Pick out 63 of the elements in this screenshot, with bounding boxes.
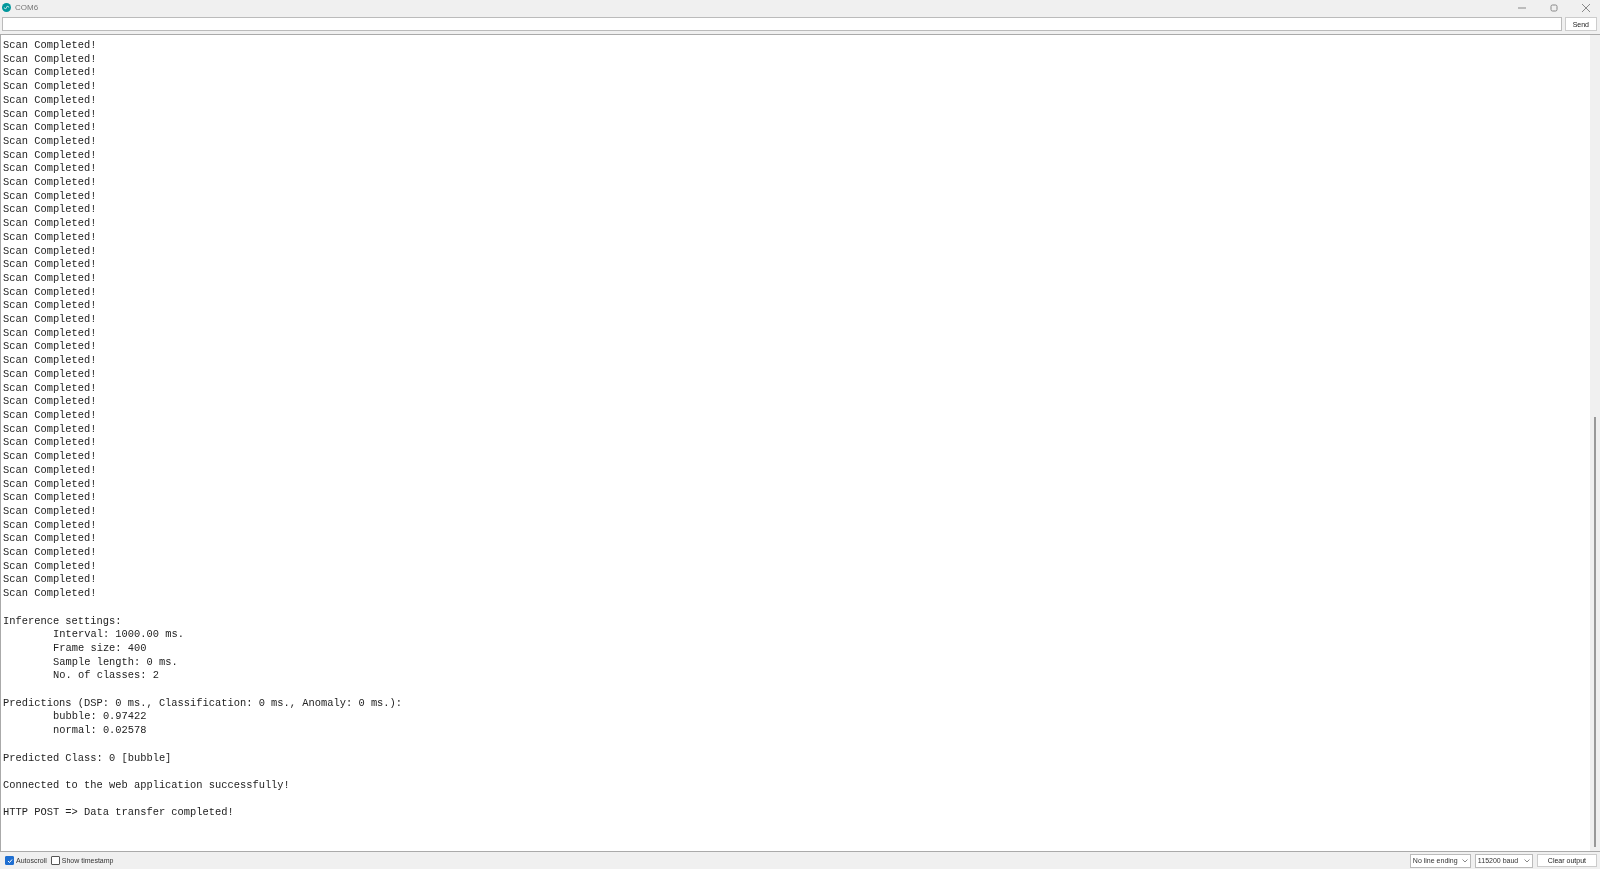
output-line: bubble: 0.97422: [53, 710, 147, 723]
output-line: Scan Completed!: [3, 107, 97, 120]
minimize-icon: [1518, 6, 1526, 9]
close-icon: [1582, 3, 1590, 12]
output-line: Scan Completed!: [3, 381, 97, 394]
output-line: Scan Completed!: [3, 148, 97, 161]
output-line: Scan Completed!: [3, 409, 97, 421]
output-line: Predicted Class: 0 [bubble]: [3, 751, 172, 764]
output-line: Scan Completed!: [3, 189, 97, 202]
window-title: COM6: [15, 3, 40, 12]
output-line: Scan Completed!: [3, 518, 97, 531]
output-line: Scan Completed!: [3, 66, 97, 79]
output-line: Scan Completed!: [3, 573, 97, 586]
chevron-down-icon: [1461, 858, 1468, 863]
output-line: Frame size: 400: [53, 641, 147, 654]
output-line: Scan Completed!: [3, 587, 97, 600]
output-line: Scan Completed!: [3, 134, 97, 147]
output-line: Scan Completed!: [3, 367, 97, 380]
output-line: Scan Completed!: [3, 477, 97, 490]
output-line: Inference settings:: [3, 614, 122, 627]
output-line: Scan Completed!: [3, 559, 97, 572]
output-line: Scan Completed!: [3, 271, 97, 284]
output-line: Scan Completed!: [3, 244, 97, 257]
output-line: Scan Completed!: [3, 422, 97, 435]
output-line: Scan Completed!: [3, 299, 97, 312]
output-line: Scan Completed!: [3, 395, 97, 408]
output-line: Predictions (DSP: 0 ms., Classification: 0 ms., Anomaly: 0 ms.):: [3, 696, 403, 709]
output-line: Scan Completed!: [3, 340, 97, 353]
restore-icon: [1550, 3, 1558, 12]
chevron-down-icon: [1523, 858, 1530, 863]
output-line: Scan Completed!: [3, 326, 97, 339]
output-line: Scan Completed!: [3, 217, 97, 230]
scrollbar-thumb[interactable]: [1594, 417, 1596, 847]
checkbox[interactable]: [50, 856, 60, 865]
output-line: normal: 0.02578: [53, 724, 147, 737]
output-line: Scan Completed!: [3, 463, 97, 476]
output-line: Scan Completed!: [3, 546, 97, 558]
output-line: Scan Completed!: [3, 504, 97, 517]
output-line: Scan Completed!: [3, 258, 97, 271]
output-line: Scan Completed!: [3, 162, 97, 175]
output-line: Connected to the web application successfully!: [3, 778, 290, 791]
output-line: Scan Completed!: [3, 436, 97, 449]
output-line: Scan Completed!: [3, 491, 97, 504]
output-line: Interval: 1000.00 ms.: [53, 628, 184, 641]
app-logo-icon: [2, 3, 11, 12]
output-line: Scan Completed!: [3, 176, 97, 189]
output-line: Scan Completed!: [3, 354, 97, 367]
output-line: Scan Completed!: [3, 313, 97, 326]
output-line: Scan Completed!: [3, 450, 97, 463]
output-line: Scan Completed!: [3, 52, 97, 65]
output-line: Scan Completed!: [3, 285, 97, 298]
output-line: No. of classes: 2: [53, 669, 159, 682]
output-line: Scan Completed!: [3, 39, 97, 51]
output-line: Scan Completed!: [3, 80, 97, 93]
output-line: Scan Completed!: [3, 203, 97, 216]
output-line: Scan Completed!: [3, 121, 97, 134]
message-field[interactable]: [2, 17, 1562, 31]
output-line: Sample length: 0 ms.: [53, 655, 178, 668]
output-line: HTTP POST => Data transfer completed!: [3, 806, 234, 819]
checkbox[interactable]: [5, 856, 14, 865]
output-line: Scan Completed!: [3, 230, 97, 243]
output-line: Scan Completed!: [3, 93, 97, 106]
output-line: Scan Completed!: [3, 532, 97, 545]
